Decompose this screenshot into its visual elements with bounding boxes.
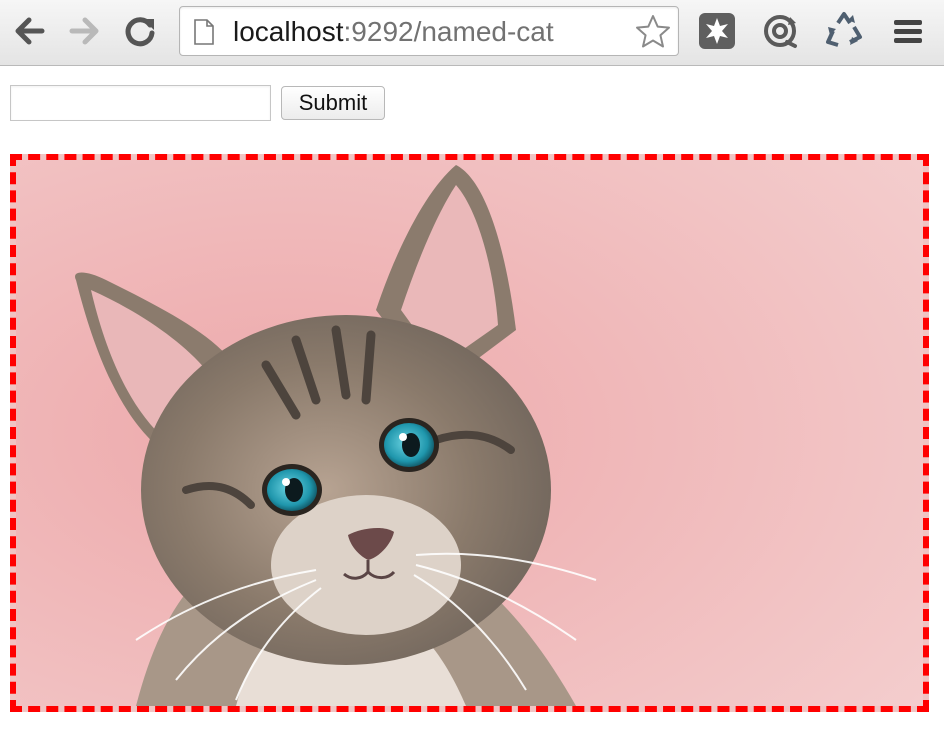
browser-toolbar: localhost:9292/named-cat bbox=[0, 0, 944, 66]
sync-extension-icon bbox=[764, 15, 797, 48]
name-input[interactable] bbox=[10, 85, 271, 121]
forward-button[interactable] bbox=[64, 11, 104, 51]
extension-button-1[interactable] bbox=[697, 11, 737, 51]
bookmark-star-icon[interactable] bbox=[634, 13, 672, 51]
submit-button[interactable]: Submit bbox=[281, 86, 385, 120]
recycle-extension-icon bbox=[826, 12, 862, 47]
back-arrow-icon bbox=[15, 17, 45, 45]
cat-image bbox=[10, 154, 929, 712]
menu-button[interactable] bbox=[888, 11, 928, 51]
reload-icon bbox=[125, 17, 155, 47]
address-bar[interactable]: localhost:9292/named-cat bbox=[179, 6, 679, 56]
extension-puzzle-icon bbox=[699, 13, 735, 49]
back-button[interactable] bbox=[10, 11, 50, 51]
url-path: :9292/named-cat bbox=[343, 16, 554, 47]
reload-button[interactable] bbox=[120, 11, 160, 51]
kitten-illustration bbox=[16, 160, 923, 706]
page-icon bbox=[194, 19, 214, 45]
hamburger-menu-icon bbox=[894, 20, 922, 43]
url-text: localhost:9292/named-cat bbox=[233, 16, 554, 48]
forward-arrow-icon bbox=[69, 17, 99, 45]
extension-button-2[interactable] bbox=[760, 11, 800, 51]
url-host: localhost bbox=[233, 16, 344, 47]
extension-button-3[interactable] bbox=[824, 11, 864, 51]
